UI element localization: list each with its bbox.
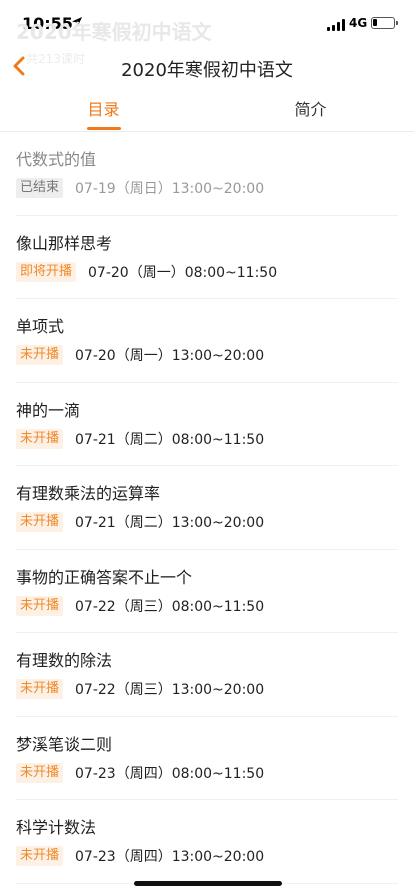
lesson-time: 07-20（周一）08:00~11:50 <box>88 264 278 281</box>
lesson-time: 07-21（周二）08:00~11:50 <box>75 431 265 448</box>
lesson-title: 单项式 <box>16 317 65 336</box>
lesson-time: 07-20（周一）13:00~20:00 <box>75 348 265 364</box>
status-badge: 未开播 <box>16 679 64 699</box>
active-tab-indicator <box>87 127 121 130</box>
lesson-title: 梦溪笔谈二则 <box>16 734 113 754</box>
status-badge: 未开播 <box>16 595 64 616</box>
battery-icon <box>371 17 398 29</box>
lesson-item[interactable]: 科学计数法 未开播 07-23（周四）13:00~20:00 <box>16 800 398 884</box>
lesson-item[interactable]: 事物的正确答案不止一个 未开播 07-22（周三）08:00~11:50 <box>16 550 398 633</box>
page-title: 2020年寒假初中语文 <box>121 60 293 81</box>
lesson-item[interactable]: 有理数乘法的运算率 未开播 07-21（周二）13:00~20:00 <box>16 466 398 550</box>
status-badge: 未开播 <box>16 512 64 532</box>
lesson-title: 像山那样思考 <box>16 233 113 253</box>
lesson-title: 有理数的除法 <box>16 651 113 670</box>
lesson-title: 有理数乘法的运算率 <box>16 484 161 503</box>
lesson-time: 07-23（周四）13:00~20:00 <box>75 849 265 865</box>
status-badge: 未开播 <box>16 762 64 783</box>
status-badge: 已结束 <box>16 178 64 198</box>
lesson-item[interactable]: 像山那样思考 即将开播 07-20（周一）08:00~11:50 <box>16 216 398 299</box>
cellular-signal-icon <box>327 19 347 31</box>
lesson-item[interactable]: 神的一滴 未开播 07-21（周二）08:00~11:50 <box>16 383 398 466</box>
lesson-time: 07-21（周二）13:00~20:00 <box>75 515 265 531</box>
lesson-list: 代数式的值 已结束 07-19（周日）13:00~20:00 像山那样思考 即将… <box>0 132 414 884</box>
home-indicator[interactable] <box>134 881 282 886</box>
lesson-title: 科学计数法 <box>16 818 97 837</box>
tab-catalog[interactable]: 目录 <box>0 96 207 120</box>
tab-bar: 目录 简介 <box>0 90 414 132</box>
lesson-time: 07-22（周三）13:00~20:00 <box>75 682 265 698</box>
tab-intro[interactable]: 简介 <box>207 96 414 120</box>
lesson-time: 07-23（周四）08:00~11:50 <box>75 765 265 782</box>
lesson-item[interactable]: 有理数的除法 未开播 07-22（周三）13:00~20:00 <box>16 633 398 717</box>
lesson-item[interactable]: 梦溪笔谈二则 未开播 07-23（周四）08:00~11:50 <box>16 717 398 800</box>
lesson-title: 神的一滴 <box>16 400 81 420</box>
status-badge: 未开播 <box>16 428 64 449</box>
status-badge: 即将开播 <box>16 261 77 282</box>
lesson-time: 07-22（周三）08:00~11:50 <box>75 598 265 615</box>
ghost-header-title: 2020年寒假初中语文 <box>16 20 212 44</box>
lesson-time: 07-19（周日）13:00~20:00 <box>75 181 265 197</box>
status-badge: 未开播 <box>16 345 64 365</box>
lesson-title: 事物的正确答案不止一个 <box>16 567 193 587</box>
lesson-title: 代数式的值 <box>16 150 97 169</box>
status-badge: 未开播 <box>16 846 64 866</box>
lesson-item[interactable]: 单项式 未开播 07-20（周一）13:00~20:00 <box>16 299 398 383</box>
navigation-bar: 2020年寒假初中语文 <box>0 44 414 90</box>
lesson-item[interactable]: 代数式的值 已结束 07-19（周日）13:00~20:00 <box>16 132 398 216</box>
network-type: 4G <box>349 16 368 30</box>
